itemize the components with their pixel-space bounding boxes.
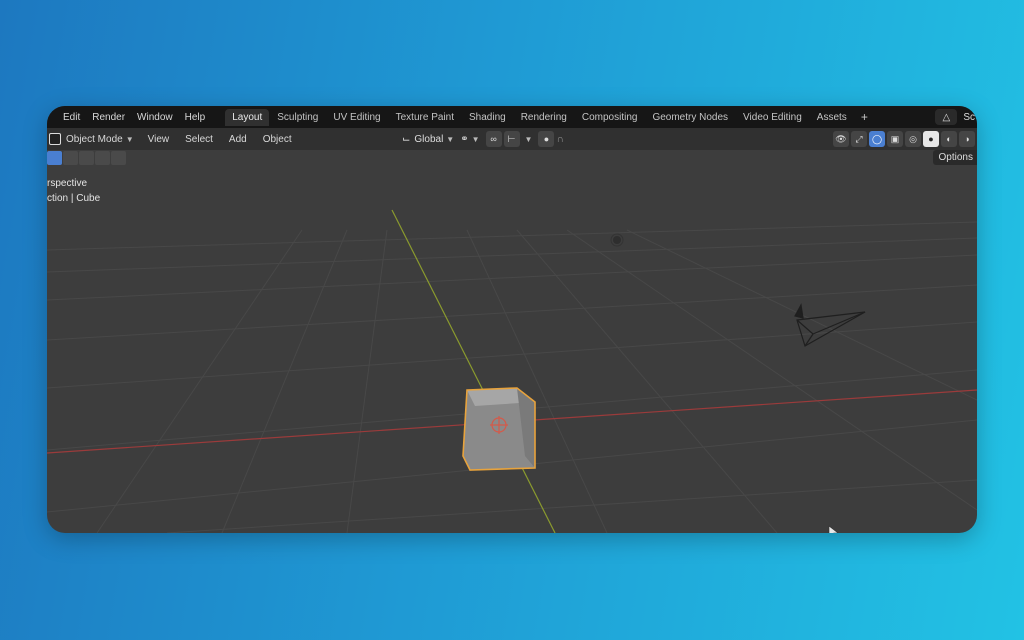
view-name-text: rspective — [47, 178, 88, 189]
transform-orientation-icon: ⌙ — [402, 133, 411, 145]
top-menu-bar: Edit Render Window Help Layout Sculpting… — [47, 106, 977, 128]
snap-controls[interactable]: ∞ ⊢ ▼ — [485, 131, 533, 147]
scene-label[interactable]: Sc — [963, 112, 977, 123]
snap-target-icon[interactable]: ⊢ — [503, 131, 520, 147]
chevron-down-icon: ▼ — [446, 134, 455, 144]
mode-selector[interactable]: Object Mode ▼ — [49, 133, 134, 145]
proportional-controls[interactable]: ● ∩ — [538, 131, 564, 147]
cube-mode-icon — [49, 133, 61, 145]
tab-geometry-nodes[interactable]: Geometry Nodes — [645, 109, 735, 126]
tab-texture-paint[interactable]: Texture Paint — [389, 109, 461, 126]
gizmo-icon[interactable]: ⤢ — [851, 131, 867, 147]
menu-window[interactable]: Window — [131, 112, 179, 123]
xray-icon[interactable]: ▣ — [887, 131, 903, 147]
tab-video-editing[interactable]: Video Editing — [736, 109, 809, 126]
light-icon — [610, 233, 624, 247]
viewport-header: Object Mode ▼ View Select Add Object ⌙ G… — [47, 128, 977, 150]
tab-sculpting[interactable]: Sculpting — [270, 109, 325, 126]
mouse-cursor-icon — [828, 525, 839, 533]
shading-rendered-icon[interactable]: ◑ — [959, 131, 975, 147]
y-axis-line — [391, 209, 556, 533]
snap-icon[interactable]: ∞ — [485, 131, 502, 147]
pivot-selector[interactable]: ⚭ ▼ — [460, 134, 479, 145]
proportional-icon[interactable]: ● — [538, 131, 555, 147]
tab-uv-editing[interactable]: UV Editing — [326, 109, 387, 126]
blender-window: Edit Render Window Help Layout Sculpting… — [47, 106, 977, 533]
viewport-display-tools: 👁 ⤢ ◯ ▣ ◎ ● ◐ ◑ — [833, 128, 977, 150]
shading-material-icon[interactable]: ◐ — [941, 131, 957, 147]
shading-solid-icon[interactable]: ● — [923, 131, 939, 147]
shading-wireframe-icon[interactable]: ◎ — [905, 131, 921, 147]
tab-rendering[interactable]: Rendering — [514, 109, 574, 126]
main-menu: Edit Render Window Help — [47, 112, 211, 123]
transform-tools: ⌙ Global ▼ ⚭ ▼ ∞ ⊢ ▼ ● ∩ — [402, 128, 570, 150]
mode-label: Object Mode — [66, 133, 123, 145]
workspace-tabs: Layout Sculpting UV Editing Texture Pain… — [225, 108, 874, 126]
tab-assets[interactable]: Assets — [810, 109, 854, 126]
menu-select[interactable]: Select — [177, 134, 221, 145]
viewport-menus: View Select Add Object — [140, 134, 300, 145]
chevron-down-icon: ▼ — [125, 134, 134, 144]
menu-edit[interactable]: Edit — [57, 112, 86, 123]
chevron-down-icon: ▼ — [471, 134, 480, 144]
scene-icon[interactable]: △ — [935, 109, 958, 125]
menu-add[interactable]: Add — [221, 134, 255, 145]
menu-object[interactable]: Object — [255, 134, 300, 145]
falloff-icon[interactable]: ∩ — [556, 134, 563, 145]
overlay-icon[interactable]: ◯ — [869, 131, 885, 147]
menu-help[interactable]: Help — [179, 112, 212, 123]
pivot-icon: ⚭ — [460, 133, 469, 145]
orientation-label: Global — [414, 133, 444, 145]
menu-view[interactable]: View — [140, 134, 178, 145]
transform-orientation[interactable]: ⌙ Global ▼ — [402, 134, 454, 145]
chevron-down-icon: ▼ — [524, 134, 533, 144]
tab-shading[interactable]: Shading — [462, 109, 513, 126]
add-workspace-button[interactable]: + — [855, 110, 874, 124]
camera-icon — [794, 303, 866, 347]
tab-compositing[interactable]: Compositing — [575, 109, 645, 126]
collection-info-text: ction | Cube — [47, 193, 101, 204]
menu-render[interactable]: Render — [86, 112, 131, 123]
visibility-icon[interactable]: 👁 — [833, 131, 849, 147]
scene-selector: △ Sc — [935, 106, 977, 128]
floor-grid — [47, 221, 977, 533]
tab-layout[interactable]: Layout — [225, 108, 270, 126]
3d-viewport[interactable] — [47, 150, 977, 533]
